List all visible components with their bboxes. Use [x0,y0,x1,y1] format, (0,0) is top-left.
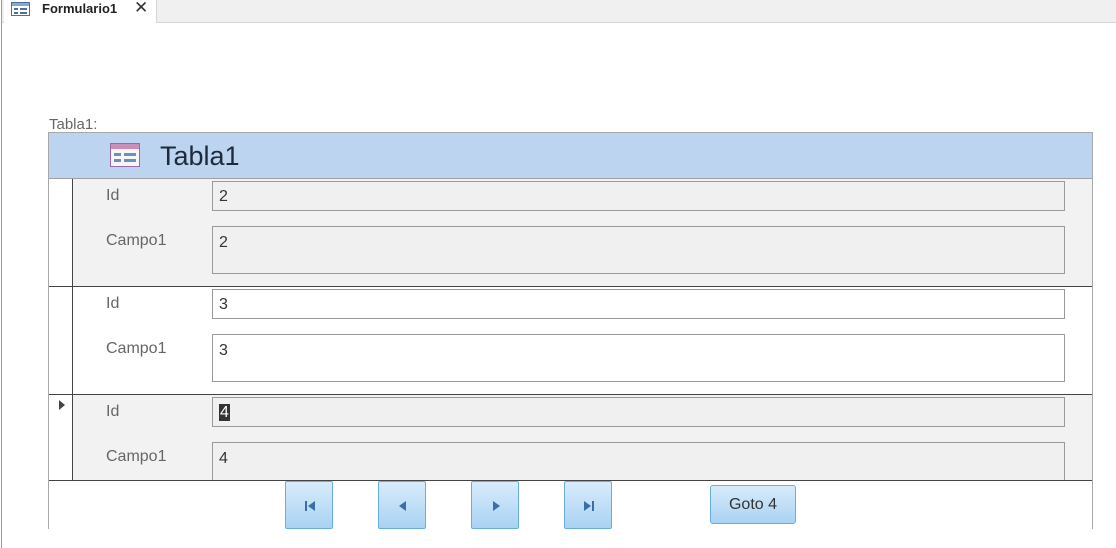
first-record-icon [305,501,315,511]
next-record-icon [493,501,500,511]
id-label: Id [106,295,120,312]
selected-text: 4 [219,404,230,421]
current-record-arrow-icon [59,400,65,410]
form-icon [11,2,30,16]
campo1-label: Campo1 [106,232,167,249]
subform-header: Tabla1 [49,133,1092,179]
record-row: Id 2 Campo1 2 [49,179,1092,287]
table-form-icon [110,143,140,167]
next-record-button[interactable] [471,481,519,529]
record-selector[interactable] [49,179,73,286]
id-field[interactable]: 4 [212,397,1065,427]
record-selector[interactable] [49,287,73,394]
navigation-bar: Goto 4 [49,480,1092,529]
campo1-field[interactable]: 3 [212,334,1065,382]
subform-tabla1: Tabla1 Id 2 Campo1 2 Id 3 Campo1 3 Id 4 … [48,132,1093,529]
record-selector[interactable] [49,395,73,480]
document-tab-strip: Formulario1 ✕ [2,0,1116,23]
tab-formulario1[interactable]: Formulario1 ✕ [4,0,157,23]
campo1-field[interactable]: 4 [212,442,1065,480]
close-icon[interactable]: ✕ [134,0,148,18]
id-field[interactable]: 3 [212,289,1065,319]
record-row: Id 3 Campo1 3 [49,287,1092,395]
goto-4-button[interactable]: Goto 4 [710,485,796,524]
campo1-field[interactable]: 2 [212,226,1065,274]
record-row-current: Id 4 Campo1 4 [49,395,1092,480]
id-label: Id [106,403,120,420]
tab-label: Formulario1 [42,1,118,16]
first-record-button[interactable] [285,481,333,529]
campo1-label: Campo1 [106,448,167,465]
id-label: Id [106,187,120,204]
id-field[interactable]: 2 [212,181,1065,211]
window-border [1,0,2,548]
last-record-icon [584,501,594,511]
previous-record-icon [399,501,406,511]
previous-record-button[interactable] [378,481,426,529]
campo1-label: Campo1 [106,340,167,357]
subform-title: Tabla1 [160,141,240,171]
subform-label: Tabla1: [49,116,98,133]
last-record-button[interactable] [564,481,612,529]
